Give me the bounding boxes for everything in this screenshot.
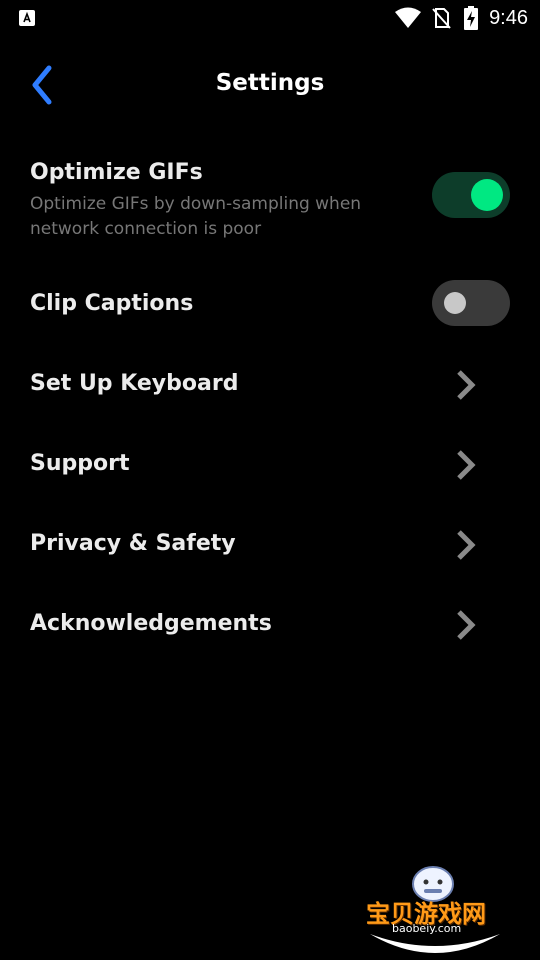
optimize-gifs-row: Optimize GIFs Optimize GIFs by down-samp… <box>0 160 540 250</box>
status-bar: 9:46 <box>0 0 540 36</box>
clip-captions-row: Clip Captions <box>0 280 540 330</box>
chevron-right-icon <box>457 530 476 560</box>
acknowledgements-label: Acknowledgements <box>30 611 272 636</box>
header: Settings <box>0 58 540 114</box>
battery-charging-icon <box>464 6 479 30</box>
optimize-gifs-label: Optimize GIFs <box>30 160 203 185</box>
no-sim-icon <box>432 8 451 29</box>
setup-keyboard-label: Set Up Keyboard <box>30 371 239 396</box>
status-icons: 9:46 <box>395 6 528 30</box>
privacy-safety-label: Privacy & Safety <box>30 531 236 556</box>
wifi-icon <box>395 7 422 28</box>
optimize-gifs-description: Optimize GIFs by down-sampling when netw… <box>30 194 362 239</box>
chevron-right-icon <box>457 370 476 400</box>
toggle-knob <box>471 179 503 211</box>
support-label: Support <box>30 451 130 476</box>
privacy-safety-item[interactable]: Privacy & Safety <box>0 522 540 568</box>
status-time: 9:46 <box>489 6 528 29</box>
acknowledgements-item[interactable]: Acknowledgements <box>0 602 540 648</box>
optimize-gifs-toggle[interactable] <box>432 172 510 218</box>
clip-captions-label: Clip Captions <box>30 291 194 316</box>
watermark-site: baobeiy.com <box>392 922 462 935</box>
setup-keyboard-item[interactable]: Set Up Keyboard <box>0 362 540 408</box>
support-item[interactable]: Support <box>0 442 540 488</box>
chevron-right-icon <box>457 450 476 480</box>
watermark-logo: 宝贝游戏网 baobeiy.com <box>360 862 510 957</box>
clip-captions-toggle[interactable] <box>432 280 510 326</box>
app-badge-icon <box>19 10 35 26</box>
chevron-right-icon <box>457 610 476 640</box>
page-title: Settings <box>215 70 325 96</box>
toggle-knob <box>444 292 466 314</box>
